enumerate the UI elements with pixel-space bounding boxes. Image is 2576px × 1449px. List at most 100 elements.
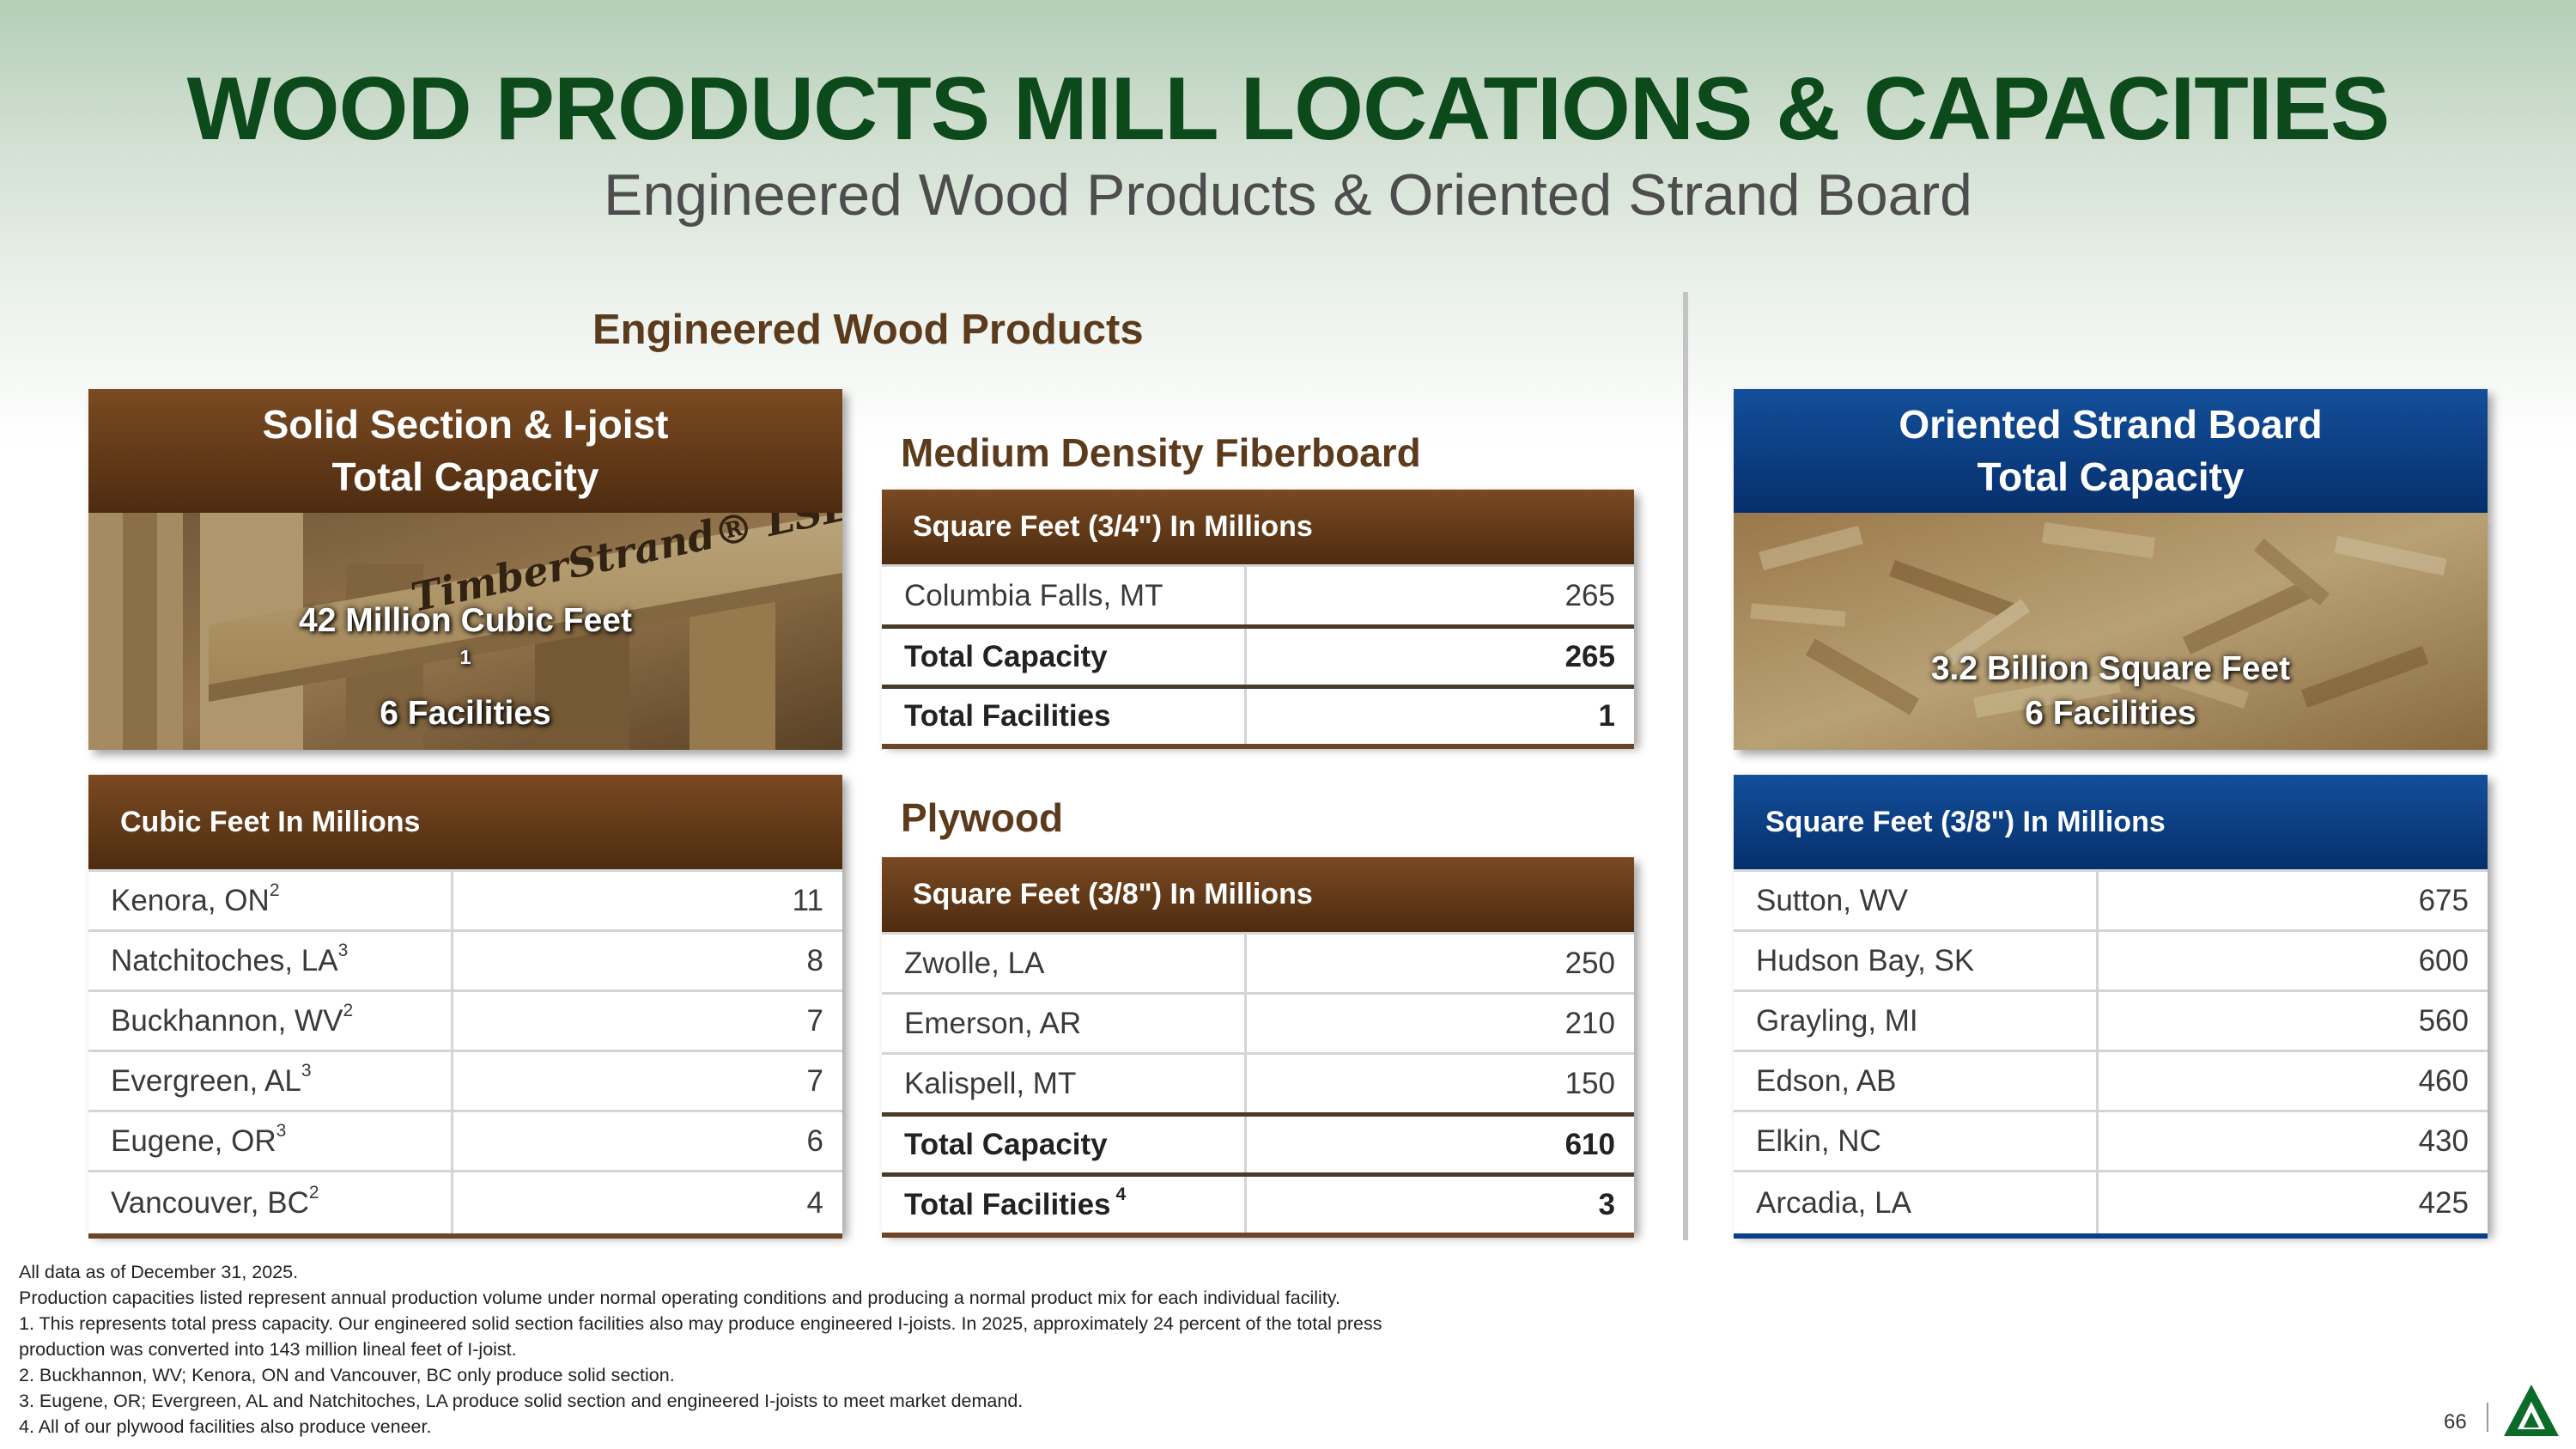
value-cell: 265 [1564,578,1615,612]
value-cell: 600 [2418,943,2469,977]
solid-section-table-header: Cubic Feet In Millions [88,775,842,869]
plywood-table-header: Square Feet (3/8") In Millions [882,857,1634,932]
osb-header: Oriented Strand Board Total Capacity [1734,389,2488,513]
footnotes: All data as of December 31, 2025. Produc… [19,1259,1382,1440]
total-capacity-row: Total Capacity 610 [882,1112,1634,1172]
footnote-line: 3. Eugene, OR; Evergreen, AL and Natchit… [19,1391,1024,1411]
total-facilities-row: Total Facilities 1 [882,685,1634,744]
osb-capacity-value: 3.2 Billion Square Feet [1930,650,2291,687]
value-cell: 8 [806,943,823,977]
total-capacity-row: Total Capacity 265 [882,624,1634,685]
location-cell: Vancouver, BC 2 [88,1172,453,1233]
location-cell: Kenora, ON 2 [88,872,453,929]
table-row: Sutton, WV 675 [1734,869,2488,929]
table-row: Natchitoches, LA 3 8 [88,929,842,989]
location-cell: Grayling, MI [1734,992,2099,1050]
table-row: Arcadia, LA 425 [1734,1170,2488,1233]
footnote-ref: 2 [308,1182,319,1202]
footnote-line: All data as of December 31, 2025. [19,1262,299,1282]
page-subtitle: Engineered Wood Products & Oriented Stra… [604,162,1972,228]
total-capacity-value: 610 [1564,1127,1615,1161]
osb-capacity: 3.2 Billion Square Feet 6 Facilities [1734,647,2488,736]
solid-section-facilities: 6 Facilities [380,695,551,732]
value-cell: 675 [2418,883,2469,917]
timberstrand-photo: TimberStrand® LSL 42 Million Cubic Feet1… [88,513,842,750]
mdf-table: Square Feet (3/4") In Millions Columbia … [882,490,1634,749]
table-row: Zwolle, LA 250 [882,932,1634,992]
total-facilities-value: 1 [1598,699,1615,733]
total-facilities-label: Total Facilities [882,689,1247,744]
table-row: Buckhannon, WV 2 7 [88,989,842,1050]
table-row: Kenora, ON 2 11 [88,869,842,929]
osb-facilities: 6 Facilities [2025,695,2196,732]
total-capacity-value: 265 [1564,639,1615,673]
footnote-ref: 2 [343,1000,354,1020]
solid-section-header-line1: Solid Section & I-joist [262,402,669,447]
table-row: Elkin, NC 430 [1734,1110,2488,1170]
solid-section-capacity: 42 Million Cubic Feet 1 6 Facilities [88,599,842,736]
location-cell: Sutton, WV [1734,872,2099,929]
table-row: Vancouver, BC 2 4 [88,1170,842,1233]
location-cell: Arcadia, LA [1734,1172,2099,1233]
value-cell: 425 [2418,1185,2469,1220]
plywood-heading: Plywood [901,795,1064,840]
value-cell: 560 [2418,1003,2469,1038]
solid-section-header-line2: Total Capacity [331,454,599,499]
value-cell: 11 [792,883,823,917]
location-cell: Zwolle, LA [882,935,1247,992]
company-logo-icon [2504,1385,2559,1436]
total-facilities-label: Total Facilities 4 [882,1177,1247,1233]
osb-header-line1: Oriented Strand Board [1899,402,2323,447]
location-cell: Evergreen, AL 3 [88,1052,453,1110]
location-cell: Eugene, OR 3 [88,1112,453,1170]
location-cell: Elkin, NC [1734,1112,2099,1170]
osb-table-header: Square Feet (3/8") In Millions [1734,775,2488,869]
osb-table: Square Feet (3/8") In Millions Sutton, W… [1734,775,2488,1239]
total-facilities-row: Total Facilities 4 3 [882,1172,1634,1233]
location-cell: Buckhannon, WV 2 [88,992,453,1050]
table-bottom-border [88,1233,842,1239]
value-cell: 430 [2418,1123,2469,1158]
ewp-section-heading: Engineered Wood Products [592,307,1144,353]
solid-section-table: Cubic Feet In Millions Kenora, ON 2 11 Na… [88,775,842,1239]
total-capacity-label: Total Capacity [882,1117,1247,1172]
value-cell: 7 [806,1003,823,1038]
location-cell: Emerson, AR [882,995,1247,1052]
solid-section-capacity-value: 42 Million Cubic Feet [299,602,632,639]
footnote-ref: 3 [276,1120,287,1141]
table-row: Grayling, MI 560 [1734,989,2488,1050]
location-cell: Edson, AB [1734,1052,2099,1110]
page-number: 66 [2444,1410,2467,1434]
mdf-table-header: Square Feet (3/4") In Millions [882,490,1634,564]
footnote-line: 2. Buckhannon, WV; Kenora, ON and Vancou… [19,1365,675,1385]
table-row: Columbia Falls, MT 265 [882,564,1634,624]
table-row: Hudson Bay, SK 600 [1734,929,2488,989]
osb-header-line2: Total Capacity [1977,454,2245,499]
solid-section-header: Solid Section & I-joist Total Capacity [88,389,842,513]
footnote-line: production was converted into 143 millio… [19,1339,517,1360]
footnote-line: 1. This represents total press capacity.… [19,1313,1382,1334]
table-row: Kalispell, MT 150 [882,1052,1634,1112]
mdf-heading: Medium Density Fiberboard [901,430,1421,475]
total-facilities-value: 3 [1598,1187,1615,1221]
footnote-line: 4. All of our plywood facilities also pr… [19,1416,432,1437]
table-row: Edson, AB 460 [1734,1050,2488,1110]
page-number-divider [2487,1403,2488,1432]
plywood-table: Square Feet (3/8") In Millions Zwolle, L… [882,857,1634,1238]
footnote-ref: 2 [269,880,280,900]
value-cell: 150 [1564,1066,1615,1100]
footnote-ref: 3 [301,1060,312,1081]
section-divider [1683,292,1688,1240]
value-cell: 7 [806,1063,823,1098]
footnote-ref: 4 [1115,1184,1127,1204]
footnote-line: Production capacities listed represent a… [19,1288,1340,1308]
footnote-ref: 1 [459,646,471,668]
value-cell: 6 [806,1123,823,1158]
table-bottom-border [882,744,1634,749]
value-cell: 4 [806,1185,823,1220]
location-cell: Natchitoches, LA 3 [88,932,453,989]
total-capacity-label: Total Capacity [882,629,1247,685]
location-cell: Hudson Bay, SK [1734,932,2099,989]
location-cell: Kalispell, MT [882,1055,1247,1112]
value-cell: 460 [2418,1063,2469,1098]
